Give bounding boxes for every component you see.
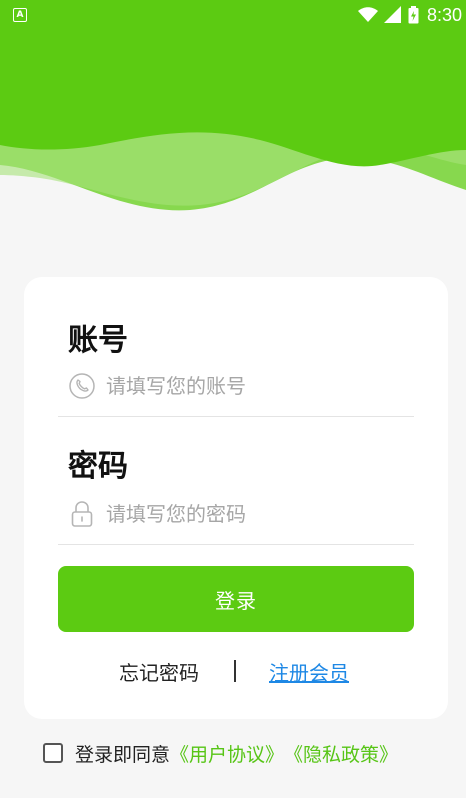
lock-icon (68, 500, 96, 528)
status-time: 8:30 (426, 4, 462, 25)
register-member-link[interactable]: 注册会员 (269, 657, 349, 686)
password-field-row[interactable] (58, 492, 414, 536)
login-button[interactable]: 登录 (58, 566, 414, 632)
login-card: 账号 密码 登录 忘记密码 注册会员 (24, 277, 448, 719)
link-separator (234, 660, 236, 682)
password-input[interactable] (106, 502, 396, 526)
privacy-policy-link[interactable]: 《隐私政策》 (284, 740, 398, 767)
wifi-icon (357, 7, 378, 22)
signal-icon (383, 6, 401, 23)
status-bar: A 8:30 (0, 0, 466, 32)
user-agreement-link[interactable]: 《用户协议》 (170, 740, 284, 767)
agreement-row: 登录即同意 《用户协议》 《隐私政策》 (43, 739, 398, 767)
account-input[interactable] (106, 374, 396, 398)
password-divider (58, 544, 414, 545)
notification-app-icon-letter: A (16, 9, 24, 20)
wave-background (0, 0, 466, 230)
battery-icon (408, 6, 419, 24)
phone-icon (68, 372, 96, 400)
agreement-checkbox[interactable] (43, 743, 63, 763)
forgot-password-link[interactable]: 忘记密码 (119, 657, 199, 686)
account-field-row[interactable] (58, 364, 414, 408)
account-divider (58, 416, 414, 417)
password-label: 密码 (68, 449, 128, 484)
notification-app-icon: A (13, 8, 27, 22)
auth-links: 忘记密码 注册会员 (24, 657, 448, 687)
status-bar-right: 8:30 (357, 4, 462, 26)
account-label: 账号 (68, 323, 128, 358)
header-banner (0, 0, 466, 230)
agreement-prefix: 登录即同意 (75, 743, 171, 766)
